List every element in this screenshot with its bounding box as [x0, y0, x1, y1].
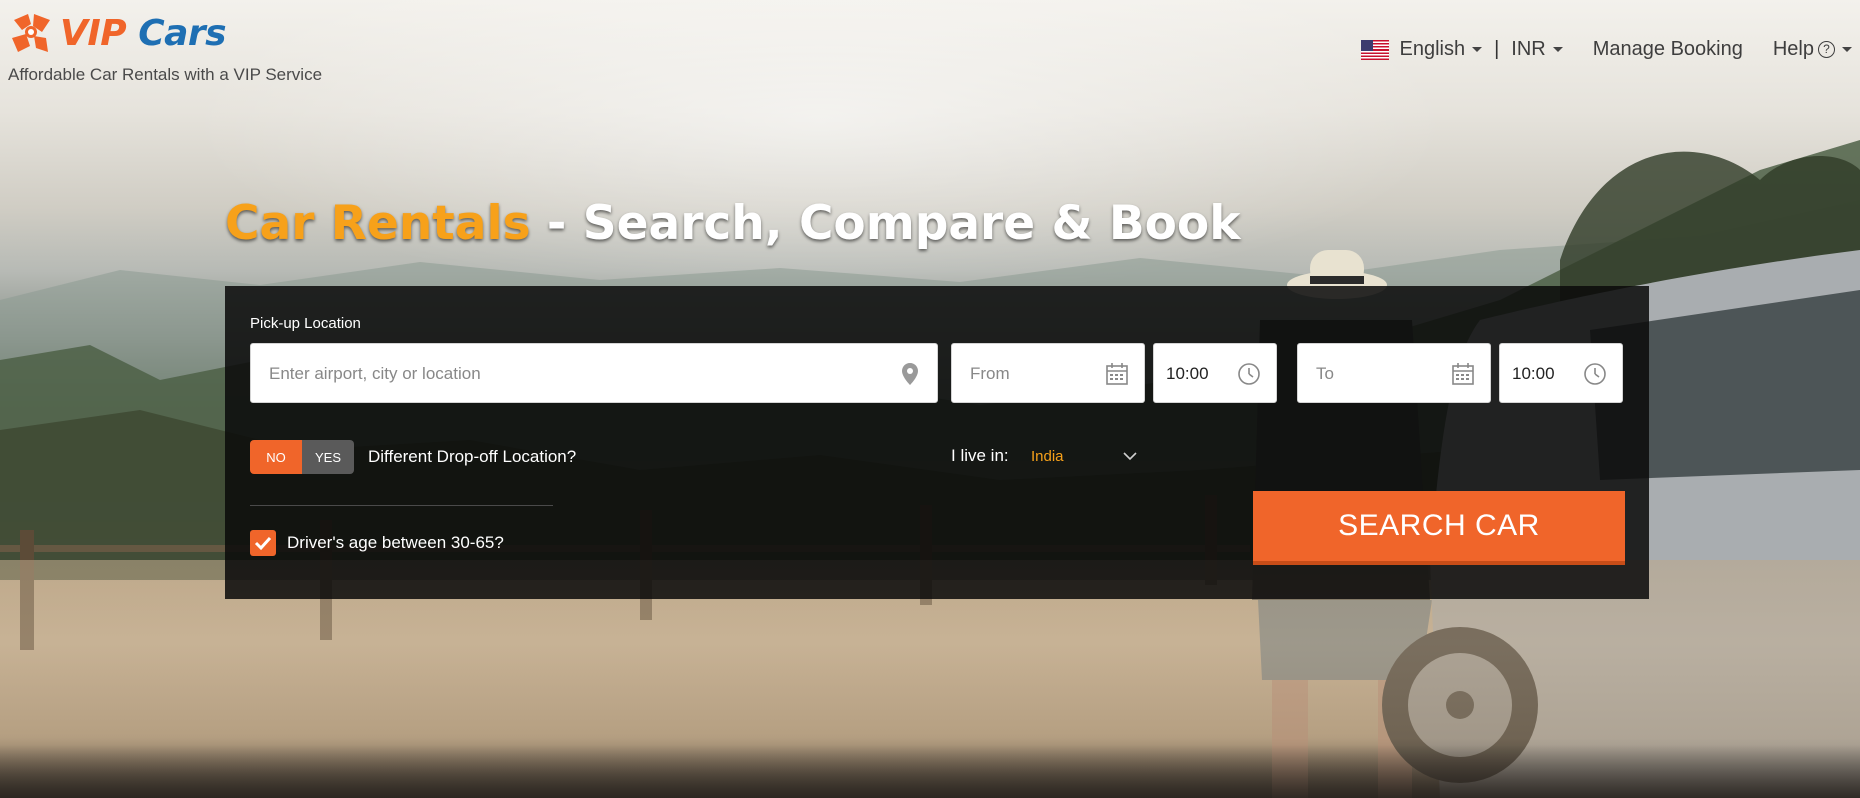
top-navigation: English | INR Manage Booking Help? [1361, 38, 1852, 61]
pickup-location-label: Pick-up Location [250, 315, 361, 332]
search-panel: Pick-up Location Enter airport, city or … [225, 286, 1649, 599]
pickup-date-placeholder: From [970, 364, 1010, 383]
checkmark-icon [254, 536, 272, 551]
dropoff-date-placeholder: To [1316, 364, 1334, 383]
toggle-yes-option[interactable]: YES [302, 440, 354, 474]
clock-icon [1584, 363, 1606, 385]
headline-rest: - Search, Compare & Book [530, 196, 1241, 251]
pickup-time-value: 10:00 [1166, 364, 1209, 383]
calendar-icon [1106, 363, 1128, 385]
bottom-shade [0, 745, 1860, 798]
help-label: Help [1772, 38, 1814, 60]
vip-cars-logo-icon [12, 14, 50, 52]
pickup-location-input[interactable]: Enter airport, city or location [250, 343, 938, 403]
chevron-down-icon [1552, 47, 1563, 53]
help-link[interactable]: Help? [1773, 38, 1852, 61]
dropoff-date-input[interactable]: To [1297, 343, 1491, 403]
section-divider [250, 505, 553, 506]
brand-name-vip: VIP [60, 12, 127, 54]
country-select[interactable]: India [1031, 447, 1141, 469]
pickup-location-placeholder: Enter airport, city or location [269, 364, 481, 383]
currency-selector[interactable]: INR [1511, 38, 1563, 61]
dropoff-location-label: Different Drop-off Location? [368, 447, 577, 466]
map-pin-icon [902, 363, 918, 385]
driver-age-checkbox[interactable] [250, 530, 276, 556]
clock-icon [1238, 363, 1260, 385]
language-selector[interactable]: English [1399, 38, 1483, 61]
headline-accent: Car Rentals [225, 196, 531, 251]
country-value: India [1031, 448, 1064, 465]
currency-label: INR [1511, 38, 1546, 60]
brand-logo[interactable]: VIP Cars [8, 10, 227, 56]
brand-tagline: Affordable Car Rentals with a VIP Servic… [8, 65, 323, 84]
search-car-button[interactable]: SEARCH CAR [1253, 491, 1625, 565]
dropoff-time-input[interactable]: 10:00 [1499, 343, 1623, 403]
chevron-down-icon [1842, 47, 1852, 53]
pickup-date-input[interactable]: From [951, 343, 1145, 403]
page-headline: Car Rentals - Search, Compare & Book [225, 196, 1240, 251]
toggle-no-option[interactable]: NO [250, 440, 302, 474]
manage-booking-link[interactable]: Manage Booking [1593, 38, 1743, 61]
us-flag-icon[interactable] [1361, 39, 1390, 60]
live-in-label: I live in: [951, 446, 1009, 465]
chevron-down-icon [1123, 452, 1137, 461]
dropoff-time-value: 10:00 [1512, 364, 1555, 383]
language-label: English [1399, 38, 1466, 60]
pickup-time-input[interactable]: 10:00 [1153, 343, 1277, 403]
calendar-icon [1452, 363, 1474, 385]
nav-separator: | [1494, 38, 1500, 60]
dropoff-location-toggle[interactable]: NO YES [250, 440, 354, 474]
driver-age-label: Driver's age between 30-65? [287, 533, 504, 552]
question-circle-icon: ? [1818, 41, 1835, 58]
brand-name: VIP Cars [60, 12, 227, 54]
chevron-down-icon [1472, 47, 1483, 53]
brand-name-cars: Cars [138, 12, 227, 54]
